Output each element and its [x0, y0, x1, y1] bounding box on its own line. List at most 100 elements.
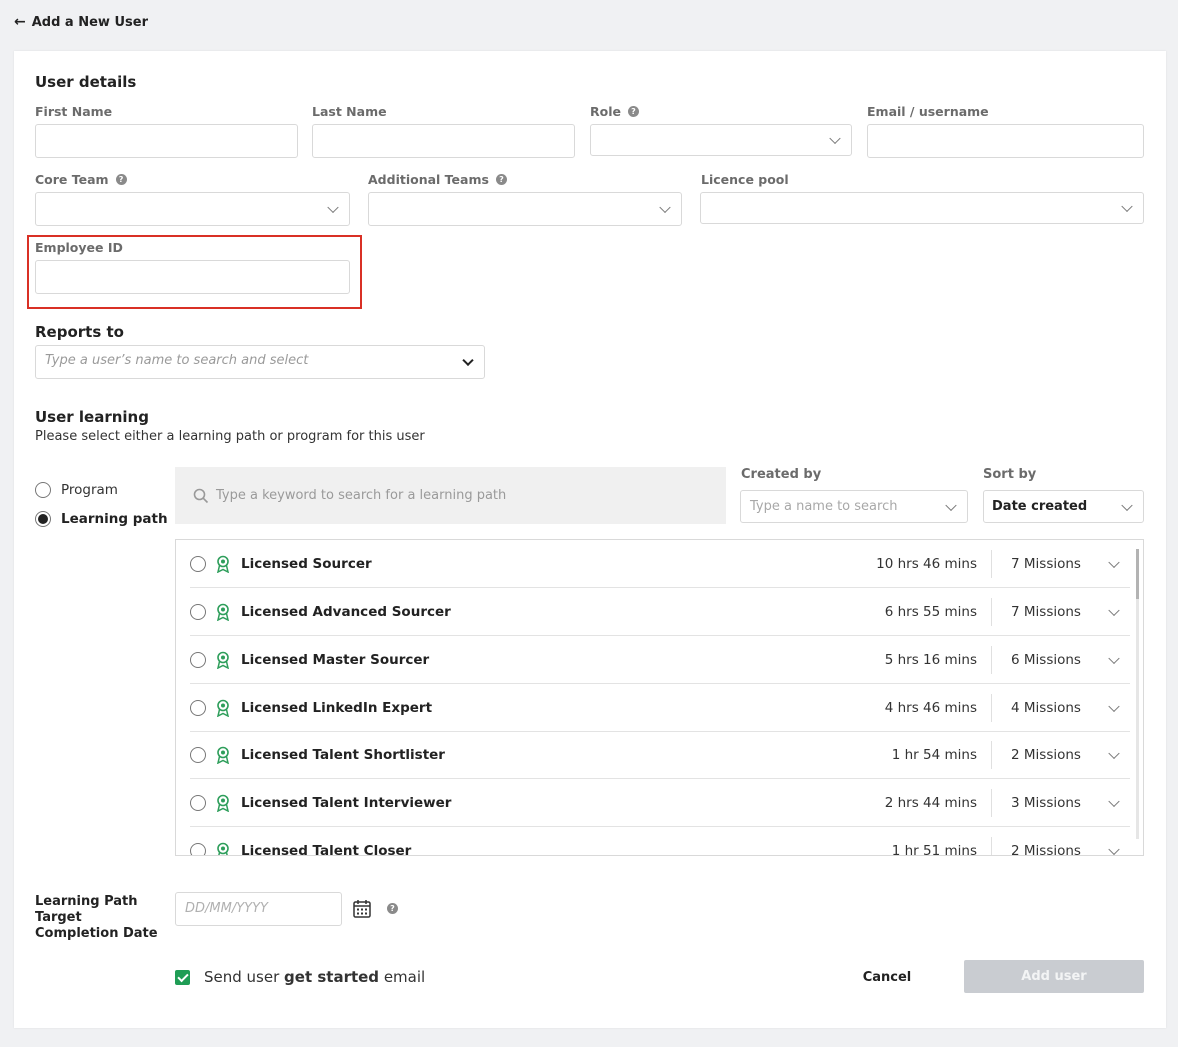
badge-icon [216, 699, 230, 717]
help-icon[interactable]: ? [495, 174, 507, 185]
chevron-down-icon [462, 354, 474, 367]
radio-learning-path-label: Learning path [61, 511, 168, 527]
chevron-down-icon [945, 499, 957, 511]
list-scrollbar-thumb[interactable] [1136, 549, 1139, 599]
learning-path-list: Licensed Sourcer 10 hrs 46 mins 7 Missions… [175, 539, 1144, 856]
radio-button[interactable] [190, 699, 206, 716]
email-label-text: Email / username [867, 104, 989, 119]
email-field[interactable] [867, 124, 1144, 158]
add-user-button[interactable]: Add user [964, 960, 1144, 993]
role-select[interactable] [590, 124, 852, 156]
learning-path-duration: 6 hrs 55 mins [884, 603, 977, 620]
learning-path-name: Licensed Master Sourcer [241, 651, 430, 668]
email-label-prefix: Send user [204, 968, 285, 986]
first-name-field[interactable] [35, 124, 298, 158]
chevron-down-icon [1108, 604, 1120, 616]
first-name-label-text: First Name [35, 104, 113, 119]
learning-path-missions: 4 Missions [1011, 699, 1081, 716]
reports-to-placeholder: Type a user’s name to search and select [45, 353, 309, 368]
learning-path-row[interactable]: Licensed Sourcer 10 hrs 46 mins 7 Missions [190, 540, 1130, 588]
learning-path-name: Licensed Sourcer [241, 555, 372, 572]
expand-row[interactable] [1100, 745, 1130, 765]
help-icon[interactable]: ? [115, 174, 127, 185]
licence-pool-label-text: Licence pool [701, 172, 789, 187]
radio-button[interactable] [190, 794, 206, 811]
back-link[interactable]: ← Add a New User [14, 12, 148, 32]
learning-path-duration: 1 hr 54 mins [891, 746, 977, 763]
chevron-down-icon [1108, 747, 1120, 759]
help-icon[interactable]: ? [627, 106, 639, 117]
role-label: Role ? [590, 104, 639, 119]
radio-button[interactable] [190, 555, 206, 572]
badge-icon [216, 794, 230, 812]
cancel-button[interactable]: Cancel [850, 966, 924, 988]
core-team-select[interactable] [35, 192, 350, 226]
radio-program[interactable]: Program [35, 482, 118, 498]
licence-pool-select[interactable] [700, 192, 1144, 224]
radio-button[interactable] [190, 651, 206, 668]
last-name-field[interactable] [312, 124, 575, 158]
learning-path-name: Licensed Talent Closer [241, 842, 412, 856]
user-learning-heading: User learning [35, 408, 149, 426]
expand-row[interactable] [1100, 554, 1130, 574]
user-details-heading: User details [35, 73, 137, 91]
search-placeholder: Type a keyword to search for a learning … [216, 488, 507, 503]
learning-path-search[interactable]: Type a keyword to search for a learning … [175, 467, 726, 524]
learning-path-row[interactable]: Licensed Master Sourcer 5 hrs 16 mins 6 Mi… [190, 636, 1130, 684]
learning-path-row[interactable]: Licensed LinkedIn Expert 4 hrs 46 mins 4 M… [190, 684, 1130, 732]
radio-button[interactable] [190, 842, 206, 855]
learning-path-duration: 5 hrs 16 mins [884, 651, 977, 668]
additional-teams-select[interactable] [368, 192, 682, 226]
expand-row[interactable] [1100, 841, 1130, 856]
learning-path-name: Licensed Talent Interviewer [241, 794, 452, 811]
additional-teams-label-text: Additional Teams [368, 172, 489, 187]
learning-path-missions: 2 Missions [1011, 842, 1081, 856]
reports-to-select[interactable]: Type a user’s name to search and select [35, 345, 485, 379]
back-arrow-icon[interactable]: ← [14, 14, 26, 30]
email-label-bold: get started [284, 968, 380, 986]
search-icon [193, 488, 209, 504]
learning-path-missions: 3 Missions [1011, 794, 1081, 811]
reports-to-heading: Reports to [35, 323, 124, 341]
get-started-email-checkbox[interactable] [175, 970, 190, 985]
badge-icon [216, 555, 230, 573]
radio-button[interactable] [190, 746, 206, 763]
badge-icon [216, 746, 230, 764]
help-icon[interactable]: ? [387, 903, 398, 914]
sort-by-select[interactable]: Date created [983, 490, 1144, 523]
chevron-down-icon [1108, 700, 1120, 712]
learning-path-name: Licensed LinkedIn Expert [241, 699, 433, 716]
radio-button[interactable] [35, 511, 51, 527]
get-started-email-label: Send user get started email [204, 968, 425, 986]
created-by-select[interactable]: Type a name to search [740, 490, 968, 523]
learning-path-row[interactable]: Licensed Advanced Sourcer 6 hrs 55 mins 7 … [190, 588, 1130, 636]
learning-path-row[interactable]: Licensed Talent Interviewer 2 hrs 44 mins… [190, 779, 1130, 827]
learning-path-row[interactable]: Licensed Talent Closer 1 hr 51 mins 2 Miss… [190, 827, 1130, 856]
learning-path-row[interactable]: Licensed Talent Shortlister 1 hr 54 mins 2… [190, 731, 1130, 779]
expand-row[interactable] [1100, 793, 1130, 813]
expand-row[interactable] [1100, 602, 1130, 622]
email-label-suffix: email [379, 968, 426, 986]
chevron-down-icon [1108, 843, 1120, 855]
radio-button[interactable] [35, 482, 51, 498]
learning-path-missions: 2 Missions [1011, 746, 1081, 763]
learning-path-duration: 2 hrs 44 mins [884, 794, 977, 811]
expand-row[interactable] [1100, 650, 1130, 670]
completion-date-input[interactable]: DD/MM/YYYY [175, 892, 342, 926]
additional-teams-label: Additional Teams ? [368, 172, 507, 187]
radio-button[interactable] [190, 603, 206, 620]
core-team-label-text: Core Team [35, 172, 109, 187]
learning-path-duration: 10 hrs 46 mins [876, 555, 977, 572]
completion-date-label: Learning Path Target Completion Date [35, 894, 158, 941]
calendar-icon[interactable] [353, 899, 371, 918]
chevron-down-icon [829, 132, 841, 145]
core-team-label: Core Team ? [35, 172, 127, 187]
expand-row[interactable] [1100, 698, 1130, 718]
radio-learning-path[interactable]: Learning path [35, 511, 168, 527]
sort-by-label: Sort by [983, 467, 1037, 482]
chevron-down-icon [1108, 652, 1120, 664]
highlight-box [27, 235, 362, 309]
page-title: Add a New User [31, 14, 148, 30]
chevron-down-icon [1121, 200, 1133, 213]
chevron-down-icon [1108, 556, 1120, 568]
